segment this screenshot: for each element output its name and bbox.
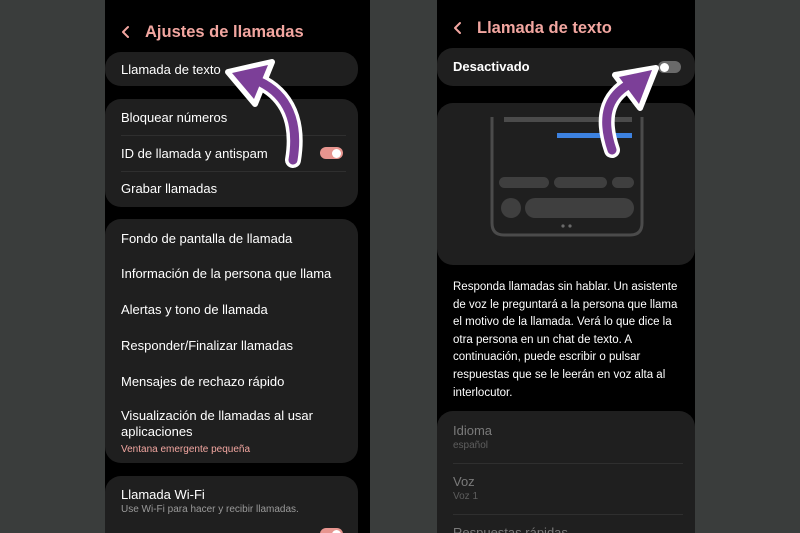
menu-item-record-calls[interactable]: Grabar llamadas: [121, 181, 346, 196]
call-display-card: Fondo de pantalla de llamada Información…: [105, 219, 358, 463]
menu-item-answer-end[interactable]: Responder/Finalizar llamadas: [121, 338, 346, 353]
display-calls-label: Visualización de llamadas al usar aplica…: [121, 408, 313, 439]
menu-item-language: Idioma español: [453, 423, 683, 451]
text-call-screen: Llamada de texto Desactivado Responda ll…: [437, 0, 695, 533]
toggle-knob: [660, 62, 669, 72]
display-calls-sub: Ventana emergente pequeña: [121, 444, 250, 455]
language-value: español: [453, 440, 489, 451]
toggle-knob: [332, 148, 341, 158]
divider: [453, 463, 683, 464]
divider: [121, 135, 346, 136]
preview-card: [437, 103, 695, 265]
menu-item-caller-id[interactable]: ID de llamada y antispam: [121, 146, 346, 161]
options-card: Idioma español Voz Voz 1 Respuestas rápi…: [437, 411, 695, 533]
back-arrow-icon[interactable]: [451, 21, 465, 35]
menu-item-wallpaper[interactable]: Fondo de pantalla de llamada: [121, 231, 346, 246]
master-switch-toggle[interactable]: [658, 61, 681, 73]
page-title: Ajustes de llamadas: [145, 22, 304, 41]
menu-item-alerts[interactable]: Alertas y tono de llamada: [121, 302, 346, 317]
menu-item-display-calls[interactable]: Visualización de llamadas al usar aplica…: [121, 408, 346, 458]
divider: [453, 514, 683, 515]
voice-label: Voz: [453, 474, 475, 489]
back-arrow-icon[interactable]: [119, 25, 133, 39]
menu-item-wifi-call[interactable]: Llamada Wi-Fi Use Wi-Fi para hacer y rec…: [121, 487, 346, 515]
toggle-knob: [332, 529, 341, 533]
blocking-card: Bloquear números ID de llamada y antispa…: [105, 99, 358, 207]
master-switch-card[interactable]: Desactivado: [437, 48, 695, 86]
caller-id-toggle[interactable]: [320, 147, 343, 159]
voice-value: Voz 1: [453, 491, 479, 502]
menu-item-quick-decline[interactable]: Mensajes de rechazo rápido: [121, 374, 346, 389]
call-settings-screen: Ajustes de llamadas Llamada de texto Blo…: [105, 0, 370, 533]
menu-item-voice: Voz Voz 1: [453, 474, 683, 502]
divider: [121, 171, 346, 172]
header: Llamada de texto: [437, 16, 695, 40]
language-label: Idioma: [453, 423, 493, 438]
wifi-call-sub: Use Wi-Fi para hacer y recibir llamadas.: [121, 504, 299, 515]
page-title: Llamada de texto: [477, 18, 612, 37]
master-switch-label: Desactivado: [453, 59, 530, 74]
menu-item-block-numbers[interactable]: Bloquear números: [121, 110, 346, 125]
preview-blue-bar: [557, 133, 632, 138]
header: Ajustes de llamadas: [105, 20, 370, 44]
chat-preview-illustration: [490, 117, 644, 237]
text-call-card: Llamada de texto: [105, 52, 358, 86]
wifi-call-label: Llamada Wi-Fi: [121, 487, 205, 502]
feature-description: Responda llamadas sin hablar. Un asisten…: [453, 281, 678, 399]
menu-item-quick-replies: Respuestas rápidas: [453, 525, 568, 533]
wifi-call-card: Llamada Wi-Fi Use Wi-Fi para hacer y rec…: [105, 476, 358, 533]
wifi-call-toggle[interactable]: [320, 528, 343, 533]
menu-item-caller-info[interactable]: Información de la persona que llama: [121, 266, 346, 281]
menu-item-text-call[interactable]: Llamada de texto: [121, 62, 346, 77]
